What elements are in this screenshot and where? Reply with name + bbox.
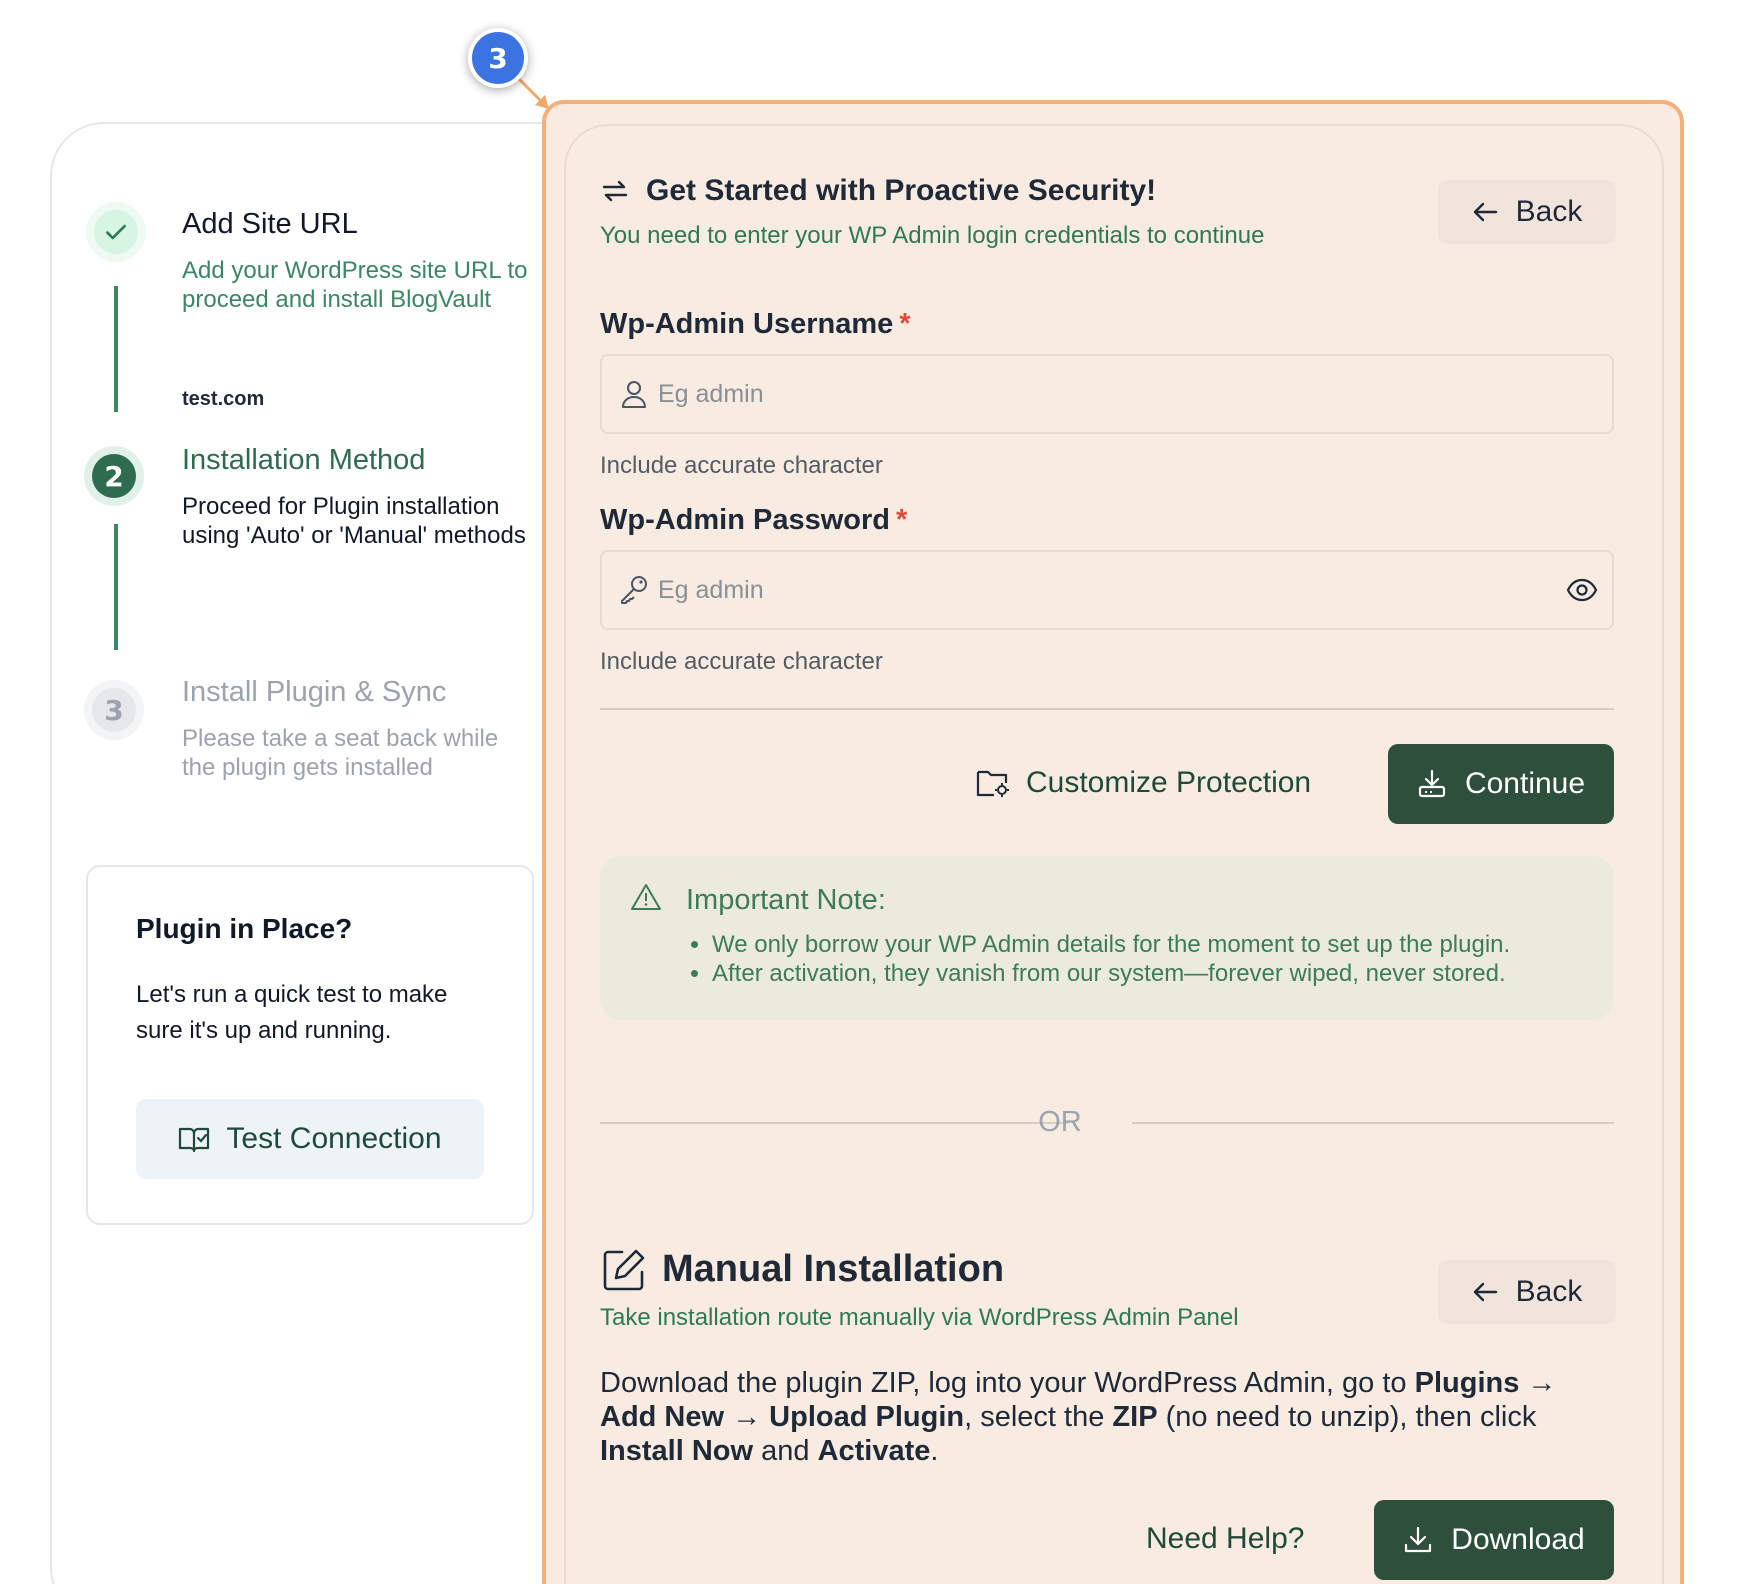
note-item: We only borrow your WP Admin details for…	[712, 930, 1510, 959]
customize-protection-label: Customize Protection	[1026, 766, 1312, 799]
folder-settings-icon	[976, 770, 1009, 797]
auto-back-button[interactable]: Back	[1438, 180, 1616, 244]
download-icon	[1405, 1526, 1432, 1553]
plugin-check-card: Plugin in Place? Let's run a quick test …	[86, 865, 534, 1225]
need-help-link[interactable]: Need Help?	[1146, 1522, 1304, 1556]
manual-install-title: Manual Installation	[662, 1248, 1005, 1290]
or-divider-right	[1132, 1122, 1614, 1124]
step-title: Installation Method	[182, 444, 426, 476]
step-title: Install Plugin & Sync	[182, 676, 447, 708]
sync-arrows-icon	[602, 180, 628, 202]
password-label: Wp-Admin Password *	[600, 504, 908, 536]
user-icon	[622, 381, 646, 408]
step-number-circle: 2	[92, 454, 136, 498]
back-label: Back	[1515, 195, 1583, 228]
password-hint: Include accurate character	[600, 648, 883, 675]
important-note-list: We only borrow your WP Admin details for…	[712, 930, 1510, 988]
username-field[interactable]	[600, 354, 1614, 434]
arrow-left-icon	[1473, 202, 1497, 222]
site-url-value: test.com	[182, 388, 265, 410]
book-check-icon	[179, 1127, 210, 1153]
arrow-left-icon	[1473, 1282, 1497, 1302]
or-separator: OR	[1038, 1106, 1082, 1138]
password-input[interactable]	[658, 552, 1538, 628]
key-icon	[621, 576, 647, 604]
username-input[interactable]	[658, 356, 1538, 432]
important-note-title: Important Note:	[686, 884, 886, 916]
edit-pencil-icon	[603, 1249, 645, 1291]
checkmark-icon	[106, 224, 126, 240]
inner-card-frame	[564, 124, 1664, 1584]
download-label: Download	[1451, 1523, 1585, 1556]
or-divider-left	[600, 1122, 1068, 1124]
continue-button[interactable]: Continue	[1388, 744, 1614, 824]
auto-install-subtitle: You need to enter your WP Admin login cr…	[600, 222, 1265, 249]
step-number-circle: 3	[92, 688, 136, 732]
section-divider	[600, 708, 1614, 710]
back-label: Back	[1515, 1275, 1583, 1308]
highlighted-install-panel: Get Started with Proactive Security! You…	[542, 100, 1684, 1584]
plugin-check-title: Plugin in Place?	[136, 913, 353, 944]
step-connector-line	[114, 524, 118, 650]
badge-pointer-arrow	[515, 75, 549, 109]
eye-icon[interactable]	[1566, 576, 1598, 604]
important-note-box: Important Note: We only borrow your WP A…	[600, 856, 1614, 1020]
step-connector-line	[114, 286, 118, 412]
customize-protection-button[interactable]: Customize Protection	[976, 766, 1311, 800]
test-connection-button[interactable]: Test Connection	[136, 1099, 484, 1179]
auto-install-title: Get Started with Proactive Security!	[646, 174, 1157, 207]
manual-install-instructions: Download the plugin ZIP, log into your W…	[600, 1367, 1557, 1467]
continue-label: Continue	[1464, 767, 1586, 800]
step-description: Please take a seat back while the plugin…	[182, 725, 499, 781]
plugin-check-text: Let's run a quick test to make sure it's…	[136, 981, 448, 1044]
step-title: Add Site URL	[182, 208, 358, 240]
test-connection-label: Test Connection	[226, 1122, 442, 1155]
manual-install-subtitle: Take installation route manually via Wor…	[600, 1304, 1239, 1331]
step-description: Add your WordPress site URL to proceed a…	[182, 257, 528, 313]
highlight-step-badge: 3	[468, 28, 528, 88]
manual-back-button[interactable]: Back	[1438, 1260, 1616, 1324]
warning-triangle-icon	[631, 884, 661, 910]
password-field[interactable]	[600, 550, 1614, 630]
username-hint: Include accurate character	[600, 452, 883, 479]
step-complete-circle	[94, 210, 138, 254]
download-button[interactable]: Download	[1374, 1500, 1614, 1580]
install-download-icon	[1418, 769, 1446, 798]
step-description: Proceed for Plugin installation using 'A…	[182, 493, 526, 549]
username-label: Wp-Admin Username *	[600, 308, 911, 340]
note-item: After activation, they vanish from our s…	[712, 959, 1510, 988]
